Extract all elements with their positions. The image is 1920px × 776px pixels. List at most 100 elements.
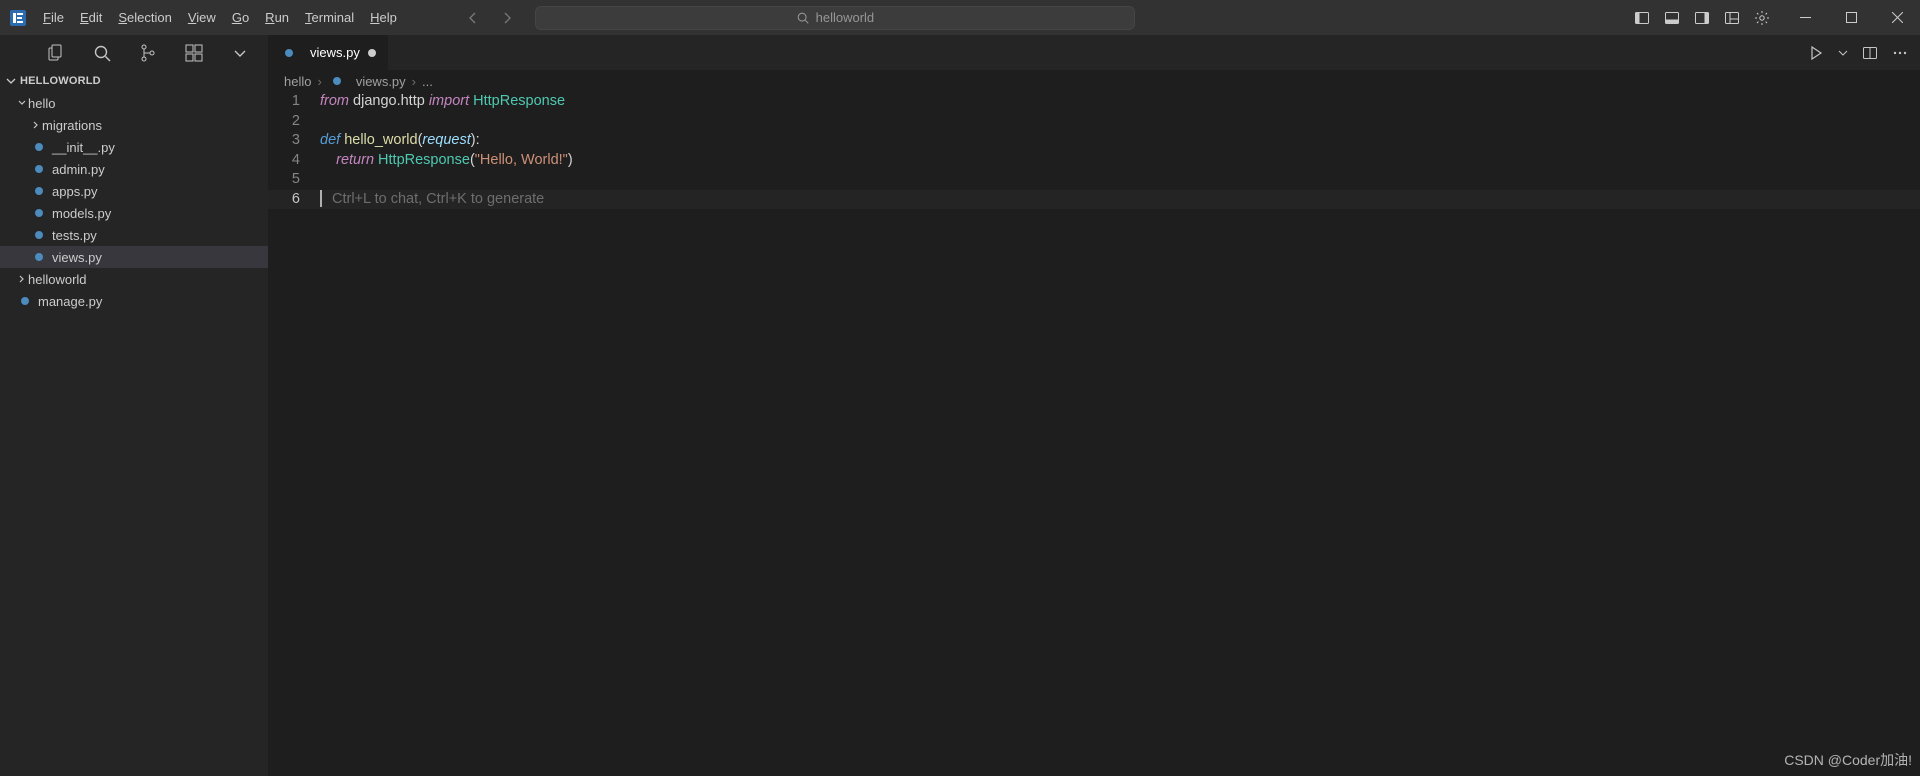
close-button[interactable] xyxy=(1874,0,1920,35)
maximize-button[interactable] xyxy=(1828,0,1874,35)
line-number: 2 xyxy=(268,112,320,132)
python-file-icon xyxy=(280,49,298,57)
run-icon[interactable] xyxy=(1808,45,1824,61)
code-editor[interactable]: 1from django.http import HttpResponse23d… xyxy=(268,92,1920,209)
breadcrumb-part[interactable]: views.py xyxy=(356,74,406,89)
file-item[interactable]: models.py xyxy=(0,202,268,224)
folder-item[interactable]: helloworld xyxy=(0,268,268,290)
line-number: 3 xyxy=(268,131,320,151)
tree-label: apps.py xyxy=(52,184,98,199)
file-item[interactable]: __init__.py xyxy=(0,136,268,158)
folder-item[interactable]: migrations xyxy=(0,114,268,136)
settings-gear-icon[interactable] xyxy=(1754,10,1770,26)
line-number: 1 xyxy=(268,92,320,112)
line-content[interactable]: return HttpResponse("Hello, World!") xyxy=(320,151,573,171)
dirty-indicator-icon xyxy=(368,49,376,57)
tab-label: views.py xyxy=(310,45,360,60)
python-file-icon xyxy=(30,165,48,173)
title-bar: FileEditSelectionViewGoRunTerminalHelp h… xyxy=(0,0,1920,35)
tab-bar: views.py xyxy=(268,35,1920,70)
file-item[interactable]: tests.py xyxy=(0,224,268,246)
menu-run[interactable]: Run xyxy=(257,0,297,35)
editor-area: views.py hello › views.py › ... 1from dj… xyxy=(268,35,1920,776)
chevron-down-icon[interactable] xyxy=(230,43,250,63)
python-file-icon xyxy=(30,231,48,239)
code-line[interactable]: 1from django.http import HttpResponse xyxy=(268,92,1920,112)
tree-label: helloworld xyxy=(28,272,87,287)
python-file-icon xyxy=(328,77,346,85)
file-item[interactable]: manage.py xyxy=(0,290,268,312)
code-line[interactable]: 4 return HttpResponse("Hello, World!") xyxy=(268,151,1920,171)
tree-label: hello xyxy=(28,96,55,111)
code-line[interactable]: 2 xyxy=(268,112,1920,132)
menu-view[interactable]: View xyxy=(180,0,224,35)
explorer-sidebar: HELLOWORLD hello migrations __init__.pyadm… xyxy=(0,35,268,776)
line-content[interactable]: from django.http import HttpResponse xyxy=(320,92,565,112)
python-file-icon xyxy=(30,253,48,261)
file-item[interactable]: apps.py xyxy=(0,180,268,202)
tree-label: tests.py xyxy=(52,228,97,243)
tab-views-py[interactable]: views.py xyxy=(268,35,389,70)
split-editor-icon[interactable] xyxy=(1862,45,1878,61)
chevron-right-icon xyxy=(30,119,42,131)
breadcrumb[interactable]: hello › views.py › ... xyxy=(268,70,1920,92)
tree-label: views.py xyxy=(52,250,102,265)
line-number: 5 xyxy=(268,170,320,190)
menu-bar: FileEditSelectionViewGoRunTerminalHelp xyxy=(35,0,405,35)
chevron-down-icon xyxy=(16,97,28,109)
code-line[interactable]: 3def hello_world(request): xyxy=(268,131,1920,151)
folder-item[interactable]: hello xyxy=(0,92,268,114)
tree-label: manage.py xyxy=(38,294,102,309)
explorer-actions xyxy=(0,35,268,70)
breadcrumb-part[interactable]: hello xyxy=(284,74,311,89)
chevron-right-icon: › xyxy=(412,74,416,89)
tree-label: models.py xyxy=(52,206,111,221)
explorer-search-icon[interactable] xyxy=(92,43,112,63)
menu-selection[interactable]: Selection xyxy=(110,0,179,35)
code-line[interactable]: 5 xyxy=(268,170,1920,190)
editor-actions xyxy=(1808,35,1920,70)
chevron-down-icon xyxy=(4,74,18,88)
command-center-search[interactable]: helloworld xyxy=(535,6,1135,30)
menu-file[interactable]: File xyxy=(35,0,72,35)
chevron-right-icon: › xyxy=(317,74,321,89)
tree-label: admin.py xyxy=(52,162,105,177)
python-file-icon xyxy=(16,297,34,305)
menu-help[interactable]: Help xyxy=(362,0,405,35)
explorer-title: HELLOWORLD xyxy=(20,75,101,87)
toggle-secondary-sidebar-icon[interactable] xyxy=(1694,10,1710,26)
menu-edit[interactable]: Edit xyxy=(72,0,110,35)
python-file-icon xyxy=(30,187,48,195)
nav-arrows xyxy=(465,10,515,26)
line-content[interactable]: def hello_world(request): xyxy=(320,131,480,151)
menu-go[interactable]: Go xyxy=(224,0,257,35)
menu-terminal[interactable]: Terminal xyxy=(297,0,362,35)
explorer-folder-header[interactable]: HELLOWORLD xyxy=(0,70,268,92)
toggle-panel-icon[interactable] xyxy=(1664,10,1680,26)
minimize-button[interactable] xyxy=(1782,0,1828,35)
new-file-icon[interactable] xyxy=(46,43,66,63)
line-number: 4 xyxy=(268,151,320,171)
nav-forward-icon[interactable] xyxy=(499,10,515,26)
layout-controls xyxy=(1622,10,1782,26)
search-text: helloworld xyxy=(816,10,875,25)
toggle-primary-sidebar-icon[interactable] xyxy=(1634,10,1650,26)
app-icon xyxy=(0,9,35,27)
more-actions-icon[interactable] xyxy=(1892,45,1908,61)
source-control-icon[interactable] xyxy=(138,43,158,63)
tree-label: __init__.py xyxy=(52,140,115,155)
breadcrumb-part[interactable]: ... xyxy=(422,74,433,89)
customize-layout-icon[interactable] xyxy=(1724,10,1740,26)
python-file-icon xyxy=(30,143,48,151)
file-item[interactable]: admin.py xyxy=(0,158,268,180)
search-icon xyxy=(796,11,810,25)
run-dropdown-icon[interactable] xyxy=(1838,48,1848,58)
window-controls xyxy=(1782,0,1920,35)
nav-back-icon[interactable] xyxy=(465,10,481,26)
watermark: CSDN @Coder加油! xyxy=(1784,750,1912,770)
python-file-icon xyxy=(30,209,48,217)
extensions-icon[interactable] xyxy=(184,43,204,63)
tree-label: migrations xyxy=(42,118,102,133)
chevron-right-icon xyxy=(16,273,28,285)
file-item[interactable]: views.py xyxy=(0,246,268,268)
